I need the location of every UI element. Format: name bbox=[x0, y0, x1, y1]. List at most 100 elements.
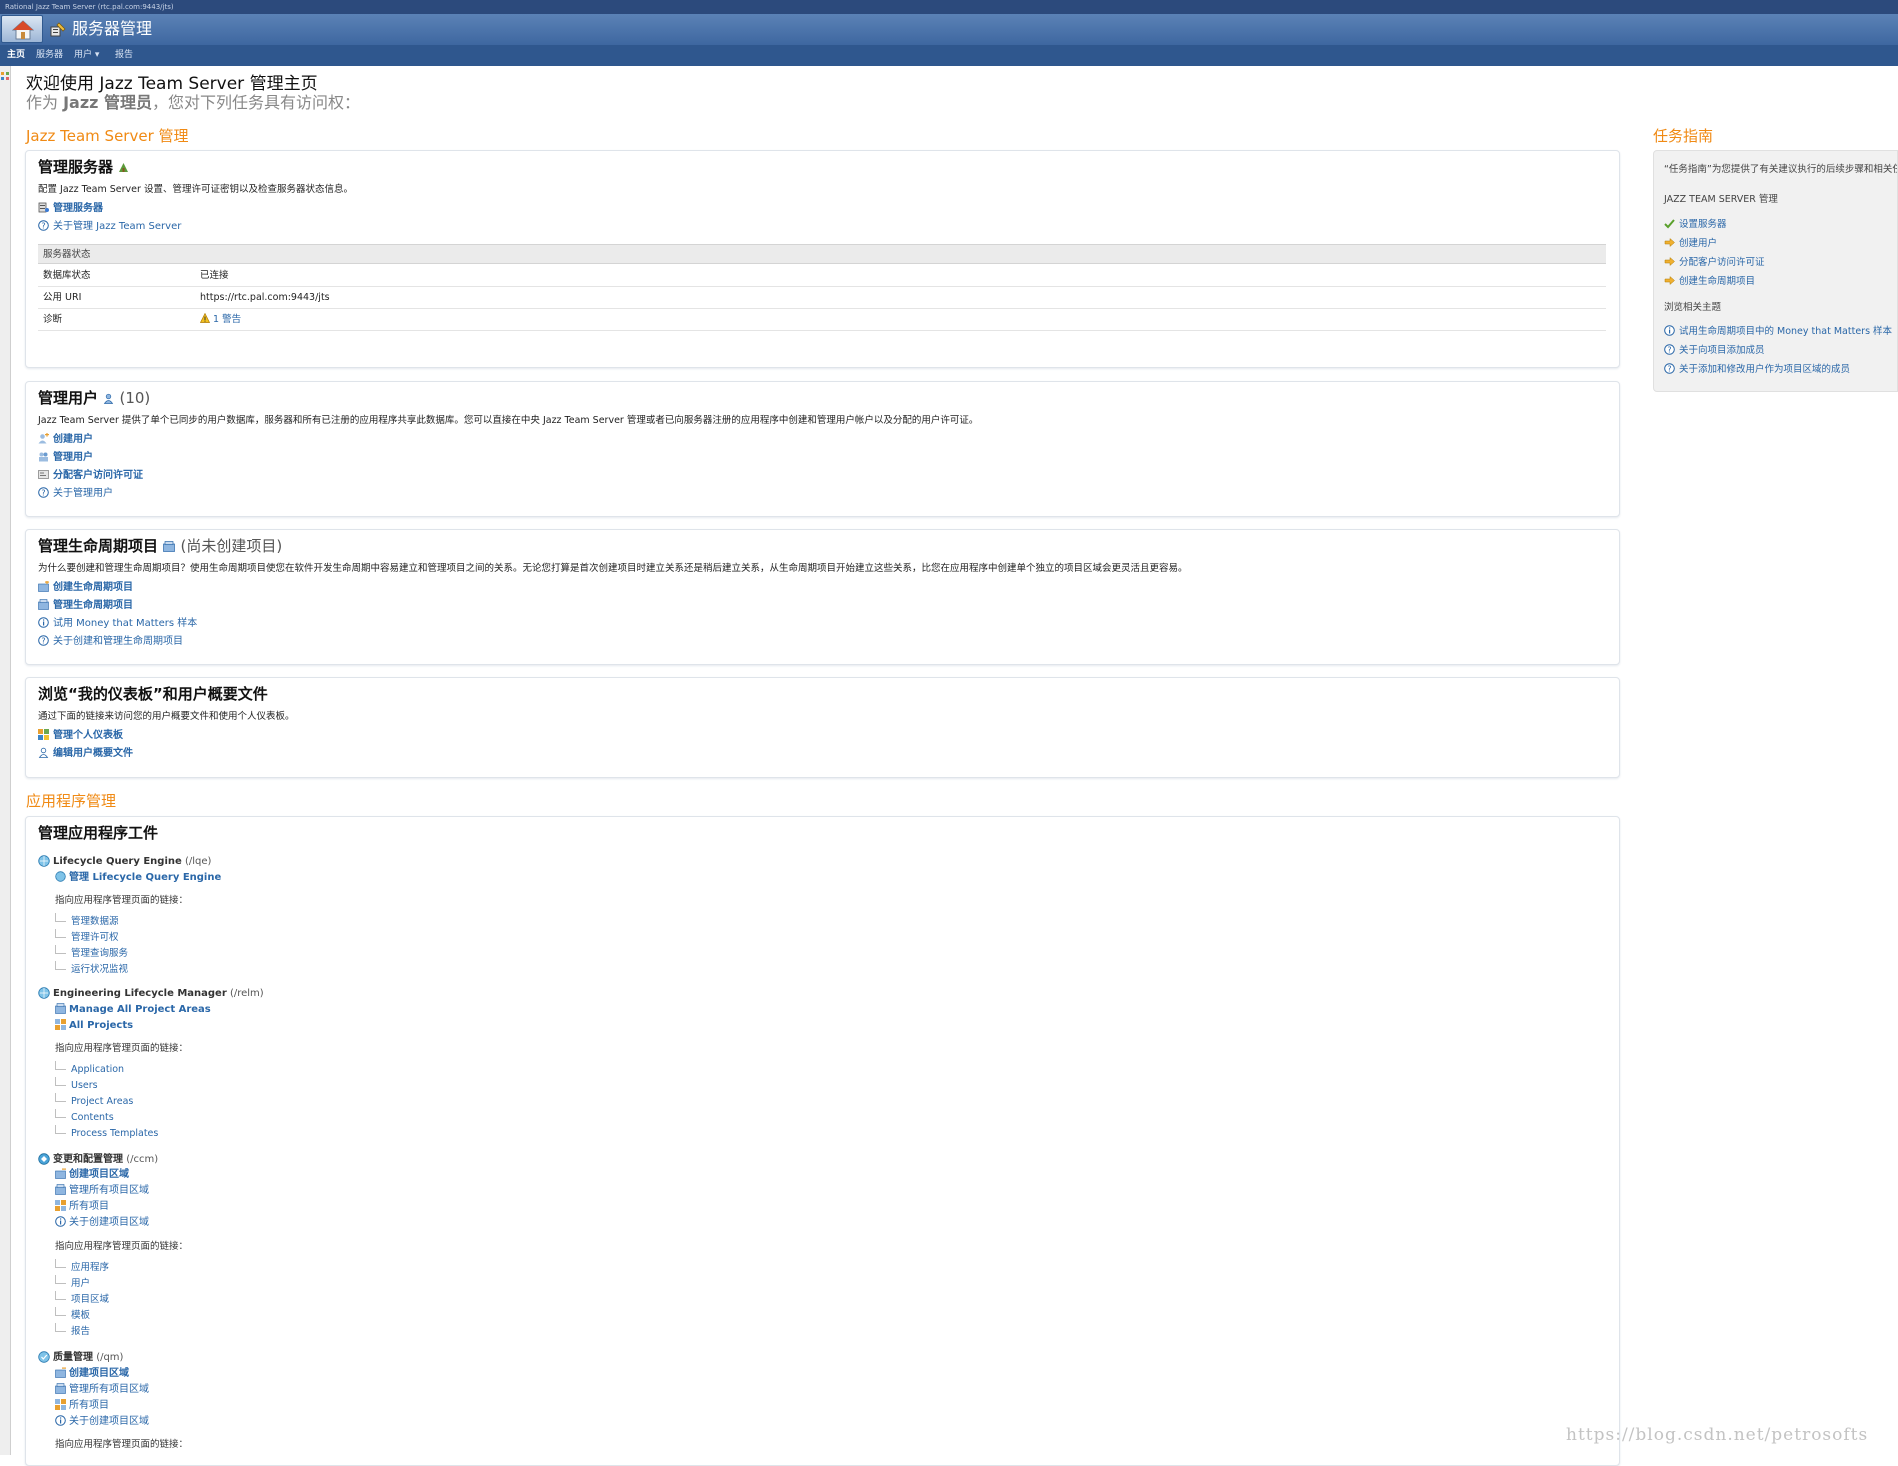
grid-icon[interactable] bbox=[1, 72, 9, 80]
nav-reports[interactable]: 报告 bbox=[115, 49, 133, 62]
link-text: 管理所有项目区域 bbox=[69, 1185, 149, 1196]
tree-link[interactable]: 项目区域 bbox=[71, 1294, 109, 1305]
step-assign-license[interactable]: 分配客户访问许可证 bbox=[1664, 256, 1765, 269]
link-text: 管理生命周期项目 bbox=[53, 600, 133, 611]
tree-link[interactable]: 运行状况监视 bbox=[71, 964, 128, 975]
tree-link[interactable]: Application bbox=[71, 1064, 124, 1075]
app-ccm: 变更和配置管理 (/ccm) bbox=[38, 1153, 158, 1166]
lqe-tree-item[interactable]: 运行状况监视 bbox=[55, 961, 128, 976]
help-icon: ? bbox=[38, 487, 49, 498]
admin-links-hint: 指向应用程序管理页面的链接： bbox=[55, 1439, 189, 1450]
public-uri-link[interactable]: https://rtc.pal.com:9443/jts bbox=[200, 287, 330, 309]
diagnostics-link[interactable]: 1 警告 bbox=[213, 314, 241, 325]
admin-links-hint: 指向应用程序管理页面的链接： bbox=[55, 1241, 189, 1252]
manage-dashboard-link[interactable]: 管理个人仪表板 bbox=[38, 729, 123, 742]
manage-lqe-link[interactable]: 管理 Lifecycle Query Engine bbox=[55, 871, 221, 884]
tree-link[interactable]: 模板 bbox=[71, 1310, 90, 1321]
ccm-manage-areas-link[interactable]: 管理所有项目区域 bbox=[55, 1184, 149, 1197]
server-admin-icon bbox=[50, 22, 66, 37]
step-create-user[interactable]: 创建用户 bbox=[1664, 237, 1717, 250]
about-users-link[interactable]: ? 关于管理用户 bbox=[38, 487, 113, 500]
ccm-tree-item[interactable]: 用户 bbox=[55, 1275, 90, 1290]
tree-link[interactable]: Users bbox=[71, 1080, 98, 1091]
lqe-tree-item[interactable]: 管理数据源 bbox=[55, 913, 119, 928]
nav-server[interactable]: 服务器 bbox=[36, 49, 63, 62]
tree-link[interactable]: 管理数据源 bbox=[71, 916, 119, 927]
tree-link[interactable]: Process Templates bbox=[71, 1128, 158, 1139]
status-row-diagnostics: 诊断 1 警告 bbox=[38, 309, 1606, 331]
topic-add-members[interactable]: ? 关于向项目添加成员 bbox=[1664, 344, 1765, 357]
server-tree-icon bbox=[119, 163, 129, 172]
relm-tree-item[interactable]: Users bbox=[55, 1077, 98, 1092]
panel-description: 通过下面的链接来访问您的用户概要文件和使用个人仪表板。 bbox=[38, 711, 295, 722]
app-path: (/ccm) bbox=[126, 1154, 159, 1165]
ccm-tree-item[interactable]: 应用程序 bbox=[55, 1259, 109, 1274]
tree-link[interactable]: 报告 bbox=[71, 1326, 90, 1337]
app-name-text: 变更和配置管理 bbox=[53, 1154, 123, 1165]
manage-lifecycle-link[interactable]: 管理生命周期项目 bbox=[38, 599, 133, 612]
task-guide-intro: “任务指南”为您提供了有关建议执行的后续步骤和相关任 bbox=[1664, 164, 1898, 175]
nav-users[interactable]: 用户 ▾ bbox=[74, 49, 99, 62]
qm-all-projects-link[interactable]: 所有项目 bbox=[55, 1399, 109, 1412]
tree-link[interactable]: 用户 bbox=[71, 1278, 90, 1289]
link-text: 分配客户访问许可证 bbox=[53, 470, 143, 481]
relm-tree-item[interactable]: Project Areas bbox=[55, 1093, 133, 1108]
app-banner: 服务器管理 bbox=[0, 14, 1898, 46]
project-area-icon bbox=[55, 1003, 66, 1014]
all-projects-icon bbox=[55, 1200, 66, 1211]
topic-modify-members[interactable]: ? 关于添加和修改用户作为项目区域的成员 bbox=[1664, 363, 1850, 376]
manage-users-link[interactable]: 管理用户 bbox=[38, 451, 93, 464]
project-add-icon bbox=[55, 1367, 66, 1378]
link-text: 关于创建项目区域 bbox=[69, 1217, 149, 1228]
ccm-all-projects-link[interactable]: 所有项目 bbox=[55, 1200, 109, 1213]
tree-link[interactable]: 管理查询服务 bbox=[71, 948, 128, 959]
status-key: 公用 URI bbox=[43, 292, 82, 303]
qm-about-area-link[interactable]: 关于创建项目区域 bbox=[55, 1415, 149, 1428]
link-text: 创建生命周期项目 bbox=[53, 582, 133, 593]
nav-home[interactable]: 主页 bbox=[7, 49, 25, 62]
about-server-link[interactable]: ? 关于管理 Jazz Team Server bbox=[38, 220, 181, 233]
assign-license-link[interactable]: 分配客户访问许可证 bbox=[38, 469, 143, 482]
create-lifecycle-link[interactable]: 创建生命周期项目 bbox=[38, 581, 133, 594]
tree-link[interactable]: 应用程序 bbox=[71, 1262, 109, 1273]
relm-manage-areas-link[interactable]: Manage All Project Areas bbox=[55, 1003, 211, 1016]
lqe-tree-item[interactable]: 管理查询服务 bbox=[55, 945, 128, 960]
relm-tree-item[interactable]: Process Templates bbox=[55, 1125, 158, 1140]
step-setup-server[interactable]: 设置服务器 bbox=[1664, 218, 1727, 231]
app-globe-icon bbox=[38, 855, 50, 867]
relm-all-projects-link[interactable]: All Projects bbox=[55, 1019, 133, 1032]
all-projects-icon bbox=[55, 1019, 66, 1030]
ccm-tree-item[interactable]: 模板 bbox=[55, 1307, 90, 1322]
ccm-about-area-link[interactable]: 关于创建项目区域 bbox=[55, 1216, 149, 1229]
app-name-text: Engineering Lifecycle Manager bbox=[53, 988, 227, 999]
admin-links-hint: 指向应用程序管理页面的链接： bbox=[55, 895, 189, 906]
manage-server-link[interactable]: 管理服务器 bbox=[38, 202, 103, 215]
tree-link[interactable]: Contents bbox=[71, 1112, 114, 1123]
relm-tree-item[interactable]: Application bbox=[55, 1061, 124, 1076]
qm-manage-areas-link[interactable]: 管理所有项目区域 bbox=[55, 1383, 149, 1396]
tree-link[interactable]: 管理许可权 bbox=[71, 932, 119, 943]
create-user-link[interactable]: 创建用户 bbox=[38, 433, 93, 446]
info-icon bbox=[55, 1415, 66, 1426]
topic-try-sample[interactable]: 试用生命周期项目中的 Money that Matters 样本 bbox=[1664, 325, 1892, 338]
ccm-tree-item[interactable]: 项目区域 bbox=[55, 1291, 109, 1306]
try-sample-link[interactable]: 试用 Money that Matters 样本 bbox=[38, 617, 197, 630]
license-icon bbox=[38, 470, 49, 479]
edit-profile-link[interactable]: 编辑用户概要文件 bbox=[38, 747, 133, 760]
tree-link[interactable]: Project Areas bbox=[71, 1096, 133, 1107]
lqe-tree-item[interactable]: 管理许可权 bbox=[55, 929, 119, 944]
step-create-lifecycle[interactable]: 创建生命周期项目 bbox=[1664, 275, 1755, 288]
diagnostics-value[interactable]: 1 警告 bbox=[199, 309, 241, 331]
ccm-create-area-link[interactable]: 创建项目区域 bbox=[55, 1168, 129, 1181]
app-artifacts-panel: 管理应用程序工件 Lifecycle Query Engine (/lqe) 管… bbox=[25, 816, 1620, 1466]
relm-tree-item[interactable]: Contents bbox=[55, 1109, 114, 1124]
section-apps-heading: 应用程序管理 bbox=[26, 792, 117, 810]
app-path: (/relm) bbox=[229, 988, 264, 999]
task-guide-panel: “任务指南”为您提供了有关建议执行的后续步骤和相关任 JAZZ TEAM SER… bbox=[1653, 150, 1898, 392]
qm-create-area-link[interactable]: 创建项目区域 bbox=[55, 1367, 129, 1380]
link-text: 关于创建项目区域 bbox=[69, 1416, 149, 1427]
dashboard-icon bbox=[38, 729, 49, 740]
ccm-tree-item[interactable]: 报告 bbox=[55, 1323, 90, 1338]
home-button[interactable] bbox=[1, 15, 43, 43]
about-lifecycle-link[interactable]: ? 关于创建和管理生命周期项目 bbox=[38, 635, 183, 648]
